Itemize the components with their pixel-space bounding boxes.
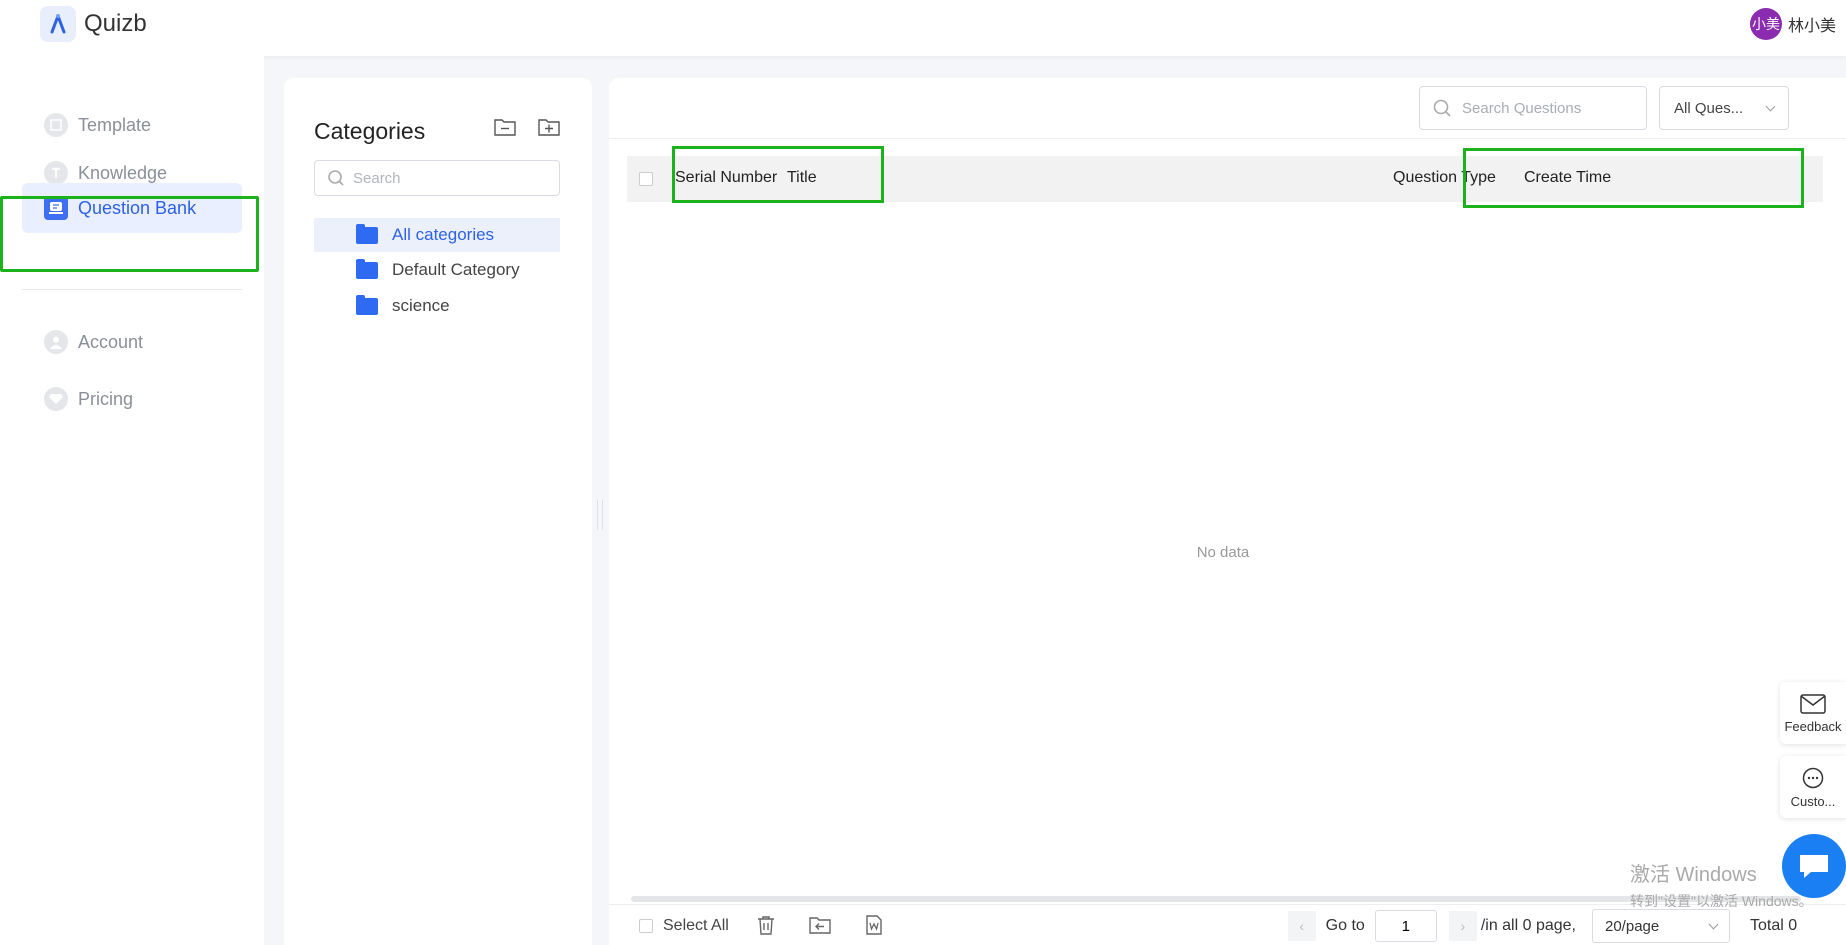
category-label: science — [392, 296, 450, 315]
folder-icon — [356, 258, 378, 279]
empty-state: No data — [1196, 544, 1250, 561]
folder-icon — [356, 294, 378, 315]
add-folder-button[interactable] — [536, 116, 562, 138]
chevron-down-icon — [1708, 919, 1719, 929]
customer-service-label: Custo... — [1790, 793, 1836, 809]
account-icon — [44, 330, 68, 354]
template-icon — [44, 113, 68, 137]
delete-button[interactable] — [754, 913, 778, 937]
select-all-checkbox[interactable]: Select All — [639, 917, 729, 935]
search-icon — [328, 170, 344, 186]
question-bank-icon — [44, 196, 68, 220]
sidebar-item-account[interactable]: Account — [22, 317, 242, 367]
table-header: Serial Number Title Question Type Create… — [627, 156, 1823, 202]
checkbox-icon — [639, 919, 653, 933]
horizontal-scrollbar[interactable] — [631, 896, 1801, 902]
mail-icon — [1800, 693, 1826, 714]
select-all-label: Select All — [663, 917, 729, 934]
word-export-icon — [866, 915, 882, 935]
chevron-down-icon — [1765, 101, 1776, 111]
question-type-filter[interactable]: All Ques... — [1659, 86, 1789, 130]
windows-activation-watermark: 激活 Windows 转到"设置"以激活 Windows。 — [1630, 858, 1813, 911]
column-create-time[interactable]: Create Time — [1524, 169, 1611, 187]
move-button[interactable] — [808, 913, 832, 937]
panel-resize-handle[interactable] — [597, 500, 603, 530]
categories-panel: Categories All categories Default Catego… — [284, 78, 592, 945]
export-word-button[interactable] — [862, 913, 886, 937]
user-name[interactable]: 林小美 — [1788, 12, 1836, 36]
column-serial-number[interactable]: Serial Number — [675, 169, 777, 187]
sidebar-item-label: Knowledge — [78, 162, 168, 183]
folder-move-icon — [809, 917, 831, 934]
watermark-line-2: 转到"设置"以激活 Windows。 — [1630, 893, 1813, 909]
feedback-button[interactable]: Feedback — [1780, 682, 1846, 744]
total-count: Total 0 — [1750, 917, 1798, 934]
diamond-icon — [44, 387, 68, 411]
sidebar-item-question-bank[interactable]: Question Bank — [22, 183, 242, 233]
chat-bubble-icon — [1802, 767, 1824, 788]
categories-title: Categories — [314, 118, 426, 144]
user-menu[interactable]: 小美 林小美 — [1749, 8, 1836, 40]
header-select-checkbox[interactable] — [639, 172, 653, 186]
knowledge-icon — [44, 161, 68, 185]
watermark-line-1: 激活 Windows — [1630, 864, 1757, 886]
folder-plus-icon — [538, 119, 560, 136]
search-icon — [1433, 99, 1451, 117]
toolbar-divider — [609, 138, 1846, 139]
category-item-default[interactable]: Default Category — [314, 253, 560, 287]
category-item-science[interactable]: science — [314, 289, 560, 323]
questions-panel: All Ques... Serial Number Title Question… — [609, 78, 1846, 945]
sidebar: Template Knowledge Question Bank Account… — [0, 56, 264, 945]
column-question-type[interactable]: Question Type — [1393, 169, 1496, 187]
sidebar-item-pricing[interactable]: Pricing — [22, 374, 242, 424]
sidebar-item-template[interactable]: Template — [22, 100, 242, 150]
app-title: Quizb — [84, 10, 147, 37]
trash-icon — [758, 916, 774, 935]
category-item-all[interactable]: All categories — [314, 218, 560, 252]
category-label: All categories — [392, 225, 495, 244]
sidebar-item-label: Question Bank — [78, 197, 197, 218]
pagination: ‹ Go to › /in all 0 page, 20/page Total … — [1287, 909, 1846, 943]
question-type-filter-value: All Ques... — [1674, 99, 1744, 117]
page-number-input[interactable] — [1374, 910, 1437, 942]
next-page-button[interactable]: › — [1448, 911, 1477, 941]
sidebar-divider — [22, 289, 242, 290]
page-count-text: /in all 0 page, — [1480, 917, 1576, 934]
collapse-folder-button[interactable] — [492, 116, 518, 138]
feedback-label: Feedback — [1784, 718, 1842, 734]
folder-minus-icon — [494, 119, 516, 136]
question-search[interactable] — [1419, 86, 1647, 130]
question-search-input[interactable] — [1462, 99, 1642, 117]
goto-label: Go to — [1325, 917, 1365, 934]
prev-page-button[interactable]: ‹ — [1287, 911, 1316, 941]
page-size-value: 20/page — [1605, 917, 1660, 935]
sidebar-item-label: Template — [78, 114, 152, 135]
app-logo-icon[interactable] — [40, 6, 76, 42]
category-search-input[interactable] — [353, 169, 533, 187]
customer-service-button[interactable]: Custo... — [1780, 756, 1846, 818]
folder-icon — [356, 223, 378, 244]
sidebar-item-label: Pricing — [78, 388, 134, 409]
page-size-select[interactable]: 20/page — [1592, 909, 1730, 943]
category-label: Default Category — [392, 260, 520, 279]
category-search[interactable] — [314, 160, 560, 196]
sidebar-item-label: Account — [78, 331, 144, 352]
top-bar: Quizb 小美 林小美 — [0, 0, 1846, 56]
avatar[interactable]: 小美 — [1749, 8, 1782, 40]
column-title[interactable]: Title — [787, 169, 817, 187]
